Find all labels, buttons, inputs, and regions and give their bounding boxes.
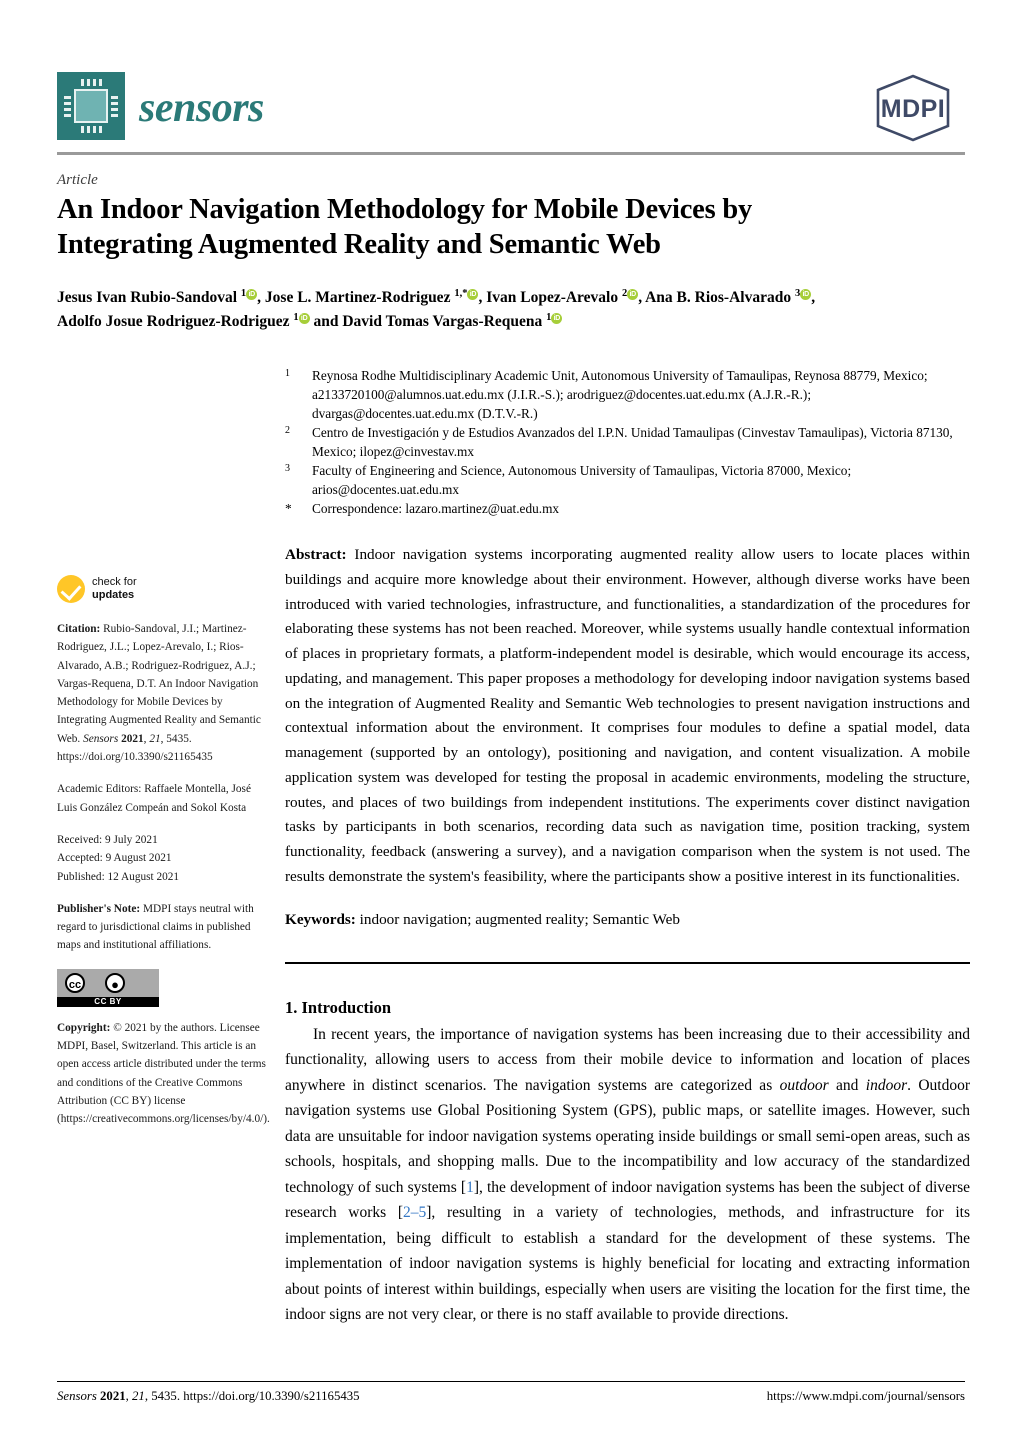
citation-label: Citation:: [57, 623, 101, 635]
affiliation-text: Faculty of Engineering and Science, Auto…: [312, 463, 852, 497]
creative-commons-badge-icon[interactable]: cc ● CC BY: [57, 968, 159, 1007]
affiliation-item: 3 Faculty of Engineering and Science, Au…: [285, 461, 970, 499]
affiliation-text: Centro de Investigación y de Estudios Av…: [312, 425, 953, 459]
abstract-text: Indoor navigation systems incorporating …: [285, 546, 970, 885]
correspondence-marker: *: [285, 501, 292, 516]
affiliation-item: 1 Reynosa Rodhe Multidisciplinary Academ…: [285, 366, 970, 423]
accepted-date: Accepted: 9 August 2021: [57, 852, 172, 865]
publisher-note-label: Publisher's Note:: [57, 902, 141, 915]
checkmark-icon: [57, 575, 85, 603]
affiliation-marker: 3: [285, 463, 290, 474]
dates-block: Received: 9 July 2021 Accepted: 9 August…: [57, 831, 269, 886]
footer-divider: [57, 1381, 965, 1383]
section-heading-introduction: 1. Introduction: [285, 998, 392, 1017]
published-date: Published: 12 August 2021: [57, 870, 180, 883]
abstract-label: Abstract:: [285, 546, 347, 563]
affiliation-text: Reynosa Rodhe Multidisciplinary Academic…: [312, 368, 928, 421]
check-updates-line-1: check for: [92, 576, 137, 589]
attribution-person-icon: ●: [105, 972, 125, 993]
cc-icon: cc: [65, 972, 85, 993]
check-for-updates-badge[interactable]: check for updates: [57, 575, 269, 603]
introduction-paragraph: In recent years, the importance of navig…: [285, 1026, 970, 1324]
keywords-text: indoor navigation; augmented reality; Se…: [359, 911, 680, 928]
microchip-icon: [57, 72, 125, 140]
masthead: sensors MDPI: [57, 72, 965, 150]
article-type-label: Article: [57, 172, 98, 188]
page-title: An Indoor Navigation Methodology for Mob…: [57, 192, 937, 263]
title-line-1: An Indoor Navigation Methodology for Mob…: [57, 194, 753, 225]
copyright-block: Copyright: © 2021 by the authors. Licens…: [57, 1019, 270, 1129]
paper-page: sensors MDPI Article An Indoor Navigatio…: [0, 0, 1020, 1442]
abstract-block: Abstract: Indoor navigation systems inco…: [285, 543, 970, 890]
citation-pages: 5435.: [166, 732, 192, 745]
author-line-1: Jesus Ivan Rubio-Sandoval 1 iD, Jose L. M…: [57, 288, 816, 307]
author-list: Jesus Ivan Rubio-Sandoval 1 iD, Jose L. M…: [57, 286, 967, 334]
abstract-divider: [285, 962, 970, 964]
mdpi-logo[interactable]: MDPI: [861, 74, 965, 142]
cc-by-label: CC BY: [94, 996, 122, 1006]
copyright-label: Copyright:: [57, 1021, 111, 1034]
sidebar: check for updates Citation: Rubio-Sandov…: [57, 575, 270, 1129]
citation-block: Citation: Rubio-Sandoval, J.I.; Martinez…: [57, 623, 261, 764]
affiliation-marker: 1: [285, 368, 290, 379]
copyright-text: © 2021 by the authors. Licensee MDPI, Ba…: [57, 1021, 270, 1126]
keywords-label: Keywords:: [285, 911, 356, 928]
citation-text: Rubio-Sandoval, J.I.; Martinez-Rodriguez…: [57, 623, 261, 745]
svg-text:MDPI: MDPI: [881, 95, 946, 123]
footer-citation[interactable]: Sensors 2021, 21, 5435. https://doi.org/…: [57, 1389, 360, 1404]
affiliation-marker: 2: [285, 425, 290, 436]
footer-journal-url[interactable]: https://www.mdpi.com/journal/sensors: [767, 1389, 965, 1404]
correspondence-item: * Correspondence: lazaro.martinez@uat.ed…: [285, 499, 970, 518]
correspondence-text: Correspondence: lazaro.martinez@uat.edu.…: [312, 501, 560, 516]
author-line-2: Adolfo Josue Rodriguez-Rodriguez 1 iD and…: [57, 310, 967, 334]
affiliation-item: 2 Centro de Investigación y de Estudios …: [285, 423, 970, 461]
received-date: Received: 9 July 2021: [57, 833, 158, 846]
affiliations-list: 1 Reynosa Rodhe Multidisciplinary Academ…: [285, 366, 970, 518]
citation-doi-link[interactable]: https://doi.org/10.3390/s21165435: [57, 751, 213, 763]
check-updates-line-2: updates: [92, 589, 135, 601]
title-line-2: Integrating Augmented Reality and Semant…: [57, 229, 661, 261]
citation-volume: 21: [149, 732, 161, 745]
header-divider: [57, 152, 965, 155]
citation-year: 2021: [121, 732, 144, 745]
academic-editors-block: Academic Editors: Raffaele Montella, Jos…: [57, 783, 251, 814]
citation-journal: Sensors: [83, 732, 119, 745]
journal-logo[interactable]: sensors: [57, 72, 264, 140]
keywords-block: Keywords: indoor navigation; augmented r…: [285, 908, 970, 932]
publisher-note-block: Publisher's Note: MDPI stays neutral wit…: [57, 900, 269, 955]
journal-title: sensors: [139, 85, 264, 131]
